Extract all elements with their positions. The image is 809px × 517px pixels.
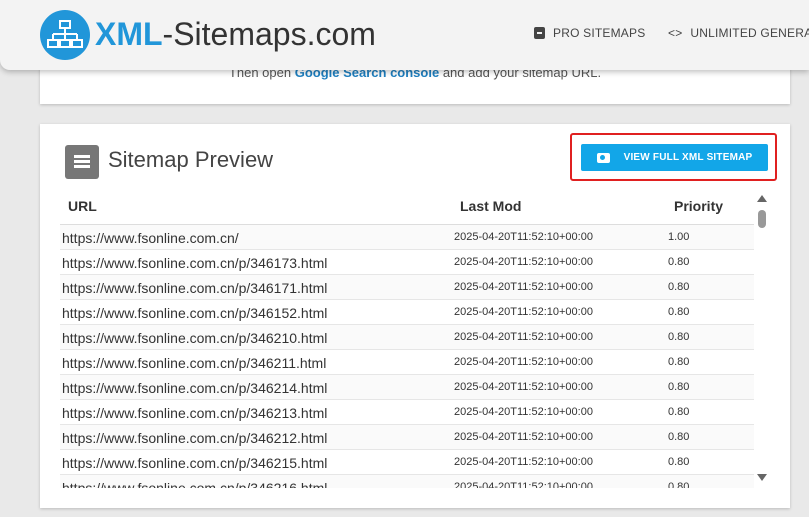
table-row: https://www.fsonline.com.cn/p/346215.htm… <box>60 450 754 475</box>
row-priority: 0.80 <box>668 256 690 268</box>
row-priority: 1.00 <box>668 231 690 243</box>
row-url[interactable]: https://www.fsonline.com.cn/p/346212.htm… <box>62 430 327 446</box>
table-row: https://www.fsonline.com.cn/p/346213.htm… <box>60 400 754 425</box>
row-priority: 0.80 <box>668 356 690 368</box>
table-row: https://www.fsonline.com.cn/2025-04-20T1… <box>60 225 754 250</box>
row-url[interactable]: https://www.fsonline.com.cn/p/346173.htm… <box>62 255 327 271</box>
row-lastmod: 2025-04-20T11:52:10+00:00 <box>454 381 593 393</box>
row-url[interactable]: https://www.fsonline.com.cn/ <box>62 230 239 246</box>
archive-icon <box>534 27 545 39</box>
table-row: https://www.fsonline.com.cn/p/346216.htm… <box>60 475 754 488</box>
view-button-label: VIEW FULL XML SITEMAP <box>623 152 753 163</box>
sitemap-preview-title: Sitemap Preview <box>108 147 274 172</box>
sitemap-logo-icon[interactable] <box>40 10 90 60</box>
row-lastmod: 2025-04-20T11:52:10+00:00 <box>454 406 593 418</box>
scroll-down-arrow-icon[interactable] <box>757 474 767 481</box>
nav-pro-label: PRO SITEMAPS <box>553 26 646 40</box>
nav-unlimited-label: UNLIMITED GENERATOR <box>690 26 809 40</box>
sitemap-preview-card: Sitemap Preview VIEW FULL XML SITEMAP UR… <box>40 124 790 508</box>
row-url[interactable]: https://www.fsonline.com.cn/p/346171.htm… <box>62 280 327 296</box>
nav-pro-sitemaps[interactable]: PRO SITEMAPS <box>534 26 645 40</box>
table-row: https://www.fsonline.com.cn/p/346212.htm… <box>60 425 754 450</box>
row-lastmod: 2025-04-20T11:52:10+00:00 <box>454 256 593 268</box>
table-row: https://www.fsonline.com.cn/p/346214.htm… <box>60 375 754 400</box>
row-lastmod: 2025-04-20T11:52:10+00:00 <box>454 281 593 293</box>
row-priority: 0.80 <box>668 431 690 443</box>
view-full-xml-sitemap-button[interactable]: VIEW FULL XML SITEMAP <box>581 144 768 171</box>
row-priority: 0.80 <box>668 381 690 393</box>
row-url[interactable]: https://www.fsonline.com.cn/p/346210.htm… <box>62 330 327 346</box>
row-url[interactable]: https://www.fsonline.com.cn/p/346211.htm… <box>62 355 326 371</box>
row-lastmod: 2025-04-20T11:52:10+00:00 <box>454 231 593 243</box>
column-header-lastmod: Last Mod <box>460 198 522 214</box>
scroll-up-arrow-icon[interactable] <box>757 195 767 202</box>
column-header-priority: Priority <box>674 198 724 214</box>
row-priority: 0.80 <box>668 406 690 418</box>
row-lastmod: 2025-04-20T11:52:10+00:00 <box>454 306 593 318</box>
row-url[interactable]: https://www.fsonline.com.cn/p/346214.htm… <box>62 380 327 396</box>
table-row: https://www.fsonline.com.cn/p/346210.htm… <box>60 325 754 350</box>
row-priority: 0.80 <box>668 481 690 488</box>
list-icon <box>65 145 99 179</box>
row-lastmod: 2025-04-20T11:52:10+00:00 <box>454 356 593 368</box>
row-url[interactable]: https://www.fsonline.com.cn/p/346213.htm… <box>62 405 327 421</box>
search-icon <box>596 152 610 163</box>
row-url[interactable]: https://www.fsonline.com.cn/p/346216.htm… <box>62 480 327 488</box>
site-logo-text[interactable]: XML-Sitemaps.com <box>95 14 376 54</box>
row-priority: 0.80 <box>668 281 690 293</box>
row-lastmod: 2025-04-20T11:52:10+00:00 <box>454 481 593 488</box>
nav-unlimited-generator[interactable]: <> UNLIMITED GENERATOR <box>668 26 809 40</box>
table-row: https://www.fsonline.com.cn/p/346171.htm… <box>60 275 754 300</box>
column-header-url: URL <box>68 198 97 214</box>
row-priority: 0.80 <box>668 456 690 468</box>
table-row: https://www.fsonline.com.cn/p/346152.htm… <box>60 300 754 325</box>
table-row: https://www.fsonline.com.cn/p/346173.htm… <box>60 250 754 275</box>
row-lastmod: 2025-04-20T11:52:10+00:00 <box>454 456 593 468</box>
row-lastmod: 2025-04-20T11:52:10+00:00 <box>454 431 593 443</box>
scrollbar-thumb[interactable] <box>758 210 766 228</box>
row-url[interactable]: https://www.fsonline.com.cn/p/346215.htm… <box>62 455 327 471</box>
code-icon: <> <box>668 26 683 40</box>
row-lastmod: 2025-04-20T11:52:10+00:00 <box>454 331 593 343</box>
logo-xml: XML <box>95 16 163 52</box>
row-url[interactable]: https://www.fsonline.com.cn/p/346152.htm… <box>62 305 327 321</box>
logo-rest: -Sitemaps.com <box>162 16 376 52</box>
table-row: https://www.fsonline.com.cn/p/346211.htm… <box>60 350 754 375</box>
sitemap-table-body[interactable]: https://www.fsonline.com.cn/2025-04-20T1… <box>60 225 754 488</box>
row-priority: 0.80 <box>668 306 690 318</box>
row-priority: 0.80 <box>668 331 690 343</box>
site-header: XML-Sitemaps.com PRO SITEMAPS <> UNLIMIT… <box>0 0 809 70</box>
